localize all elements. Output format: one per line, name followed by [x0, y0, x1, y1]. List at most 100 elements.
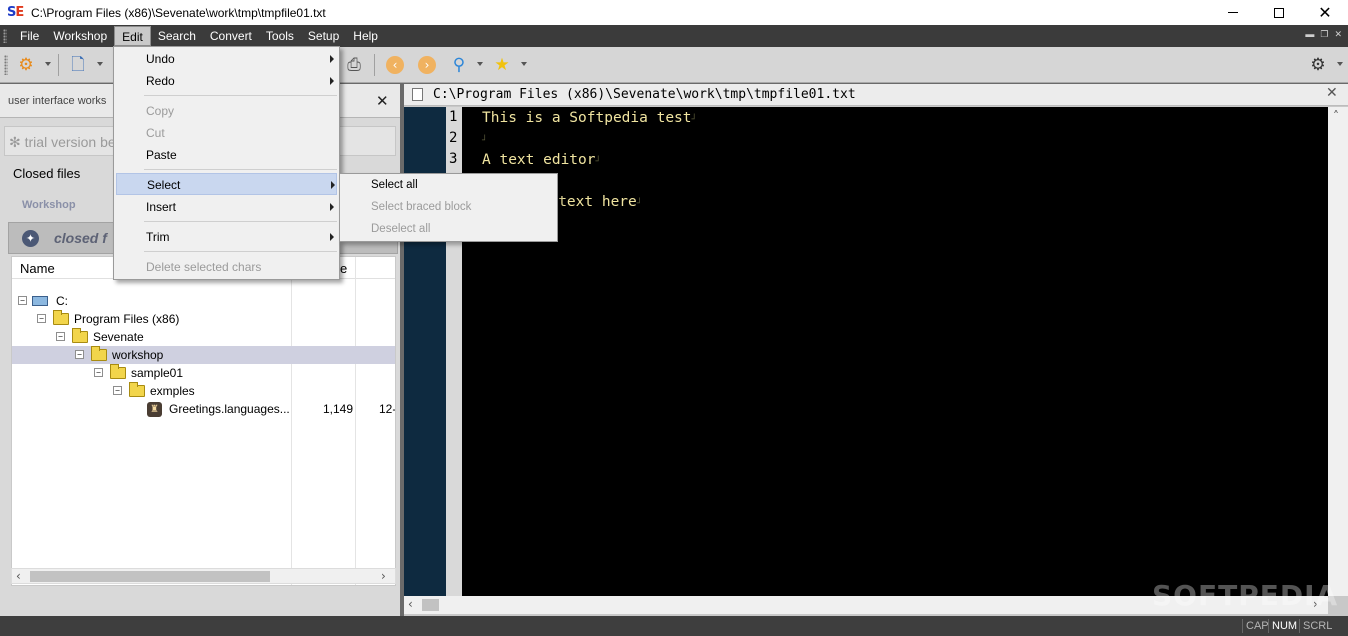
tree-label: Greetings.languages...	[169, 402, 290, 416]
favorites-star-icon[interactable]: ★	[492, 55, 512, 75]
submenu-item-select-all[interactable]: Select all	[371, 179, 418, 191]
menu-item-trim[interactable]: Trim	[116, 226, 337, 248]
forward-icon[interactable]: ›	[418, 56, 436, 74]
print-icon[interactable]: ⎙	[344, 55, 364, 75]
dropdown-arrow-icon[interactable]	[97, 62, 103, 66]
collapse-icon[interactable]: −	[18, 296, 27, 305]
dropdown-arrow-icon[interactable]	[1337, 62, 1343, 66]
status-num-lock: NUM	[1268, 619, 1300, 633]
minimize-button[interactable]	[1210, 0, 1256, 25]
tree-row-sevenate[interactable]: − Sevenate	[12, 328, 395, 346]
scroll-left-icon[interactable]: ‹	[408, 597, 413, 611]
code-line-text: A text editor	[482, 152, 596, 168]
column-header-date[interactable]: e	[340, 261, 347, 276]
folder-icon	[53, 310, 69, 325]
tree-label: workshop	[112, 348, 164, 362]
editor-close-icon[interactable]: ✕	[1326, 85, 1338, 101]
tree-row-exmples[interactable]: − exmples	[12, 382, 395, 400]
toolbar-grip-icon[interactable]	[4, 55, 8, 75]
menu-separator	[144, 95, 337, 96]
back-icon[interactable]: ‹	[386, 56, 404, 74]
collapse-icon[interactable]: −	[75, 350, 84, 359]
tree-row-drive-c[interactable]: − C:	[12, 292, 395, 310]
closed-files-label: Closed files	[13, 166, 81, 181]
tree-horizontal-scrollbar[interactable]: ‹ ›	[11, 568, 396, 584]
menu-item-undo[interactable]: Undo	[116, 48, 337, 70]
mdi-restore-icon[interactable]: ❐	[1320, 29, 1328, 40]
settings-gear-icon[interactable]: ⚙	[1308, 55, 1328, 75]
collapse-icon[interactable]: −	[56, 332, 65, 341]
workshop-gear-icon[interactable]: ⚙	[16, 55, 36, 75]
menu-item-redo[interactable]: Redo	[116, 70, 337, 92]
menu-item-label: Insert	[146, 200, 177, 214]
code-line-text: This is a Softpedia test	[482, 110, 692, 126]
scrollbar-thumb[interactable]	[422, 599, 439, 611]
scroll-left-icon[interactable]: ‹	[16, 569, 21, 583]
menu-setup[interactable]: Setup	[301, 26, 346, 46]
mdi-controls: ▬ ❐ ✕	[1305, 29, 1342, 40]
menu-item-cut[interactable]: Cut	[116, 122, 337, 144]
drive-icon	[32, 296, 48, 306]
tree-label: C:	[56, 294, 68, 308]
new-file-icon[interactable]: 🗋	[68, 55, 88, 75]
menu-item-select[interactable]: Select	[116, 173, 337, 195]
menu-search[interactable]: Search	[151, 26, 203, 46]
submenu-arrow-icon	[330, 77, 334, 85]
toolbar-separator	[374, 54, 375, 76]
workspace-close-icon[interactable]: ✕	[376, 92, 389, 110]
maximize-button[interactable]	[1256, 0, 1302, 25]
dropdown-arrow-icon[interactable]	[45, 62, 51, 66]
scrollbar-thumb[interactable]	[30, 571, 270, 582]
scroll-up-icon[interactable]: ˄	[1333, 109, 1339, 123]
scroll-right-icon[interactable]: ›	[381, 569, 386, 583]
mdi-close-icon[interactable]: ✕	[1334, 29, 1342, 40]
line-number: 3	[449, 151, 458, 167]
menu-item-copy[interactable]: Copy	[116, 100, 337, 122]
editor-vertical-scrollbar[interactable]: ˄	[1328, 107, 1348, 596]
menu-file[interactable]: File	[13, 26, 46, 46]
editor-panel: C:\Program Files (x86)\Sevenate\work\tmp…	[404, 84, 1348, 616]
tree-row-sample01[interactable]: − sample01	[12, 364, 395, 382]
submenu-item-deselect-all[interactable]: Deselect all	[371, 223, 430, 235]
collapse-icon[interactable]: −	[94, 368, 103, 377]
edit-menu-dropdown: Undo Redo Copy Cut Paste Select Insert T…	[113, 46, 340, 280]
status-scroll-lock: SCRL	[1299, 619, 1335, 633]
tree-row-greetings-file[interactable]: ♜ Greetings.languages... 1,149 12-	[12, 400, 395, 418]
maximize-icon	[1274, 7, 1284, 18]
menu-item-delete-selected-chars[interactable]: Delete selected chars	[116, 256, 337, 278]
tree-label: exmples	[150, 384, 195, 398]
collapse-icon[interactable]: −	[113, 386, 122, 395]
submenu-arrow-icon	[331, 181, 335, 189]
close-button[interactable]: ✕	[1302, 0, 1348, 25]
mdi-minimize-icon[interactable]: ▬	[1305, 29, 1314, 40]
menu-convert[interactable]: Convert	[203, 26, 259, 46]
menu-item-label: Copy	[146, 104, 175, 118]
status-bar: CAP NUM SCRL	[0, 616, 1348, 636]
collapse-icon[interactable]: −	[37, 314, 46, 323]
menu-workshop[interactable]: Workshop	[46, 26, 114, 46]
eol-marker: ┘	[636, 199, 643, 209]
tree-label: Sevenate	[93, 330, 144, 344]
workshop-tab[interactable]: Workshop	[22, 199, 76, 211]
tree-row-workshop[interactable]: − workshop	[12, 346, 395, 364]
tree-row-program-files[interactable]: − Program Files (x86)	[12, 310, 395, 328]
menu-grip-icon[interactable]	[3, 29, 7, 43]
menu-help[interactable]: Help	[346, 26, 385, 46]
column-header-name[interactable]: Name	[20, 261, 55, 276]
menu-separator	[144, 221, 337, 222]
menu-item-label: Undo	[146, 52, 175, 66]
editor-file-path: C:\Program Files (x86)\Sevenate\work\tmp…	[433, 87, 856, 102]
menu-item-label: Select	[147, 178, 181, 192]
menu-item-paste[interactable]: Paste	[116, 144, 337, 166]
app-window: SE C:\Program Files (x86)\Sevenate\work\…	[0, 0, 1348, 636]
dropdown-arrow-icon[interactable]	[521, 62, 527, 66]
dropdown-arrow-icon[interactable]	[477, 62, 483, 66]
submenu-item-select-braced-block[interactable]: Select braced block	[371, 201, 471, 213]
menu-tools[interactable]: Tools	[259, 26, 301, 46]
menu-edit[interactable]: Edit	[114, 26, 151, 46]
code-editor[interactable]: This is a Softpedia test┘ ┘ A text edito…	[462, 107, 1328, 596]
menu-item-insert[interactable]: Insert	[116, 196, 337, 218]
search-icon[interactable]: ⚲	[449, 55, 469, 75]
file-tree: Name e − C: − Program Files (x86) − Seve…	[11, 256, 396, 586]
closed-banner-text: closed f	[54, 230, 107, 246]
